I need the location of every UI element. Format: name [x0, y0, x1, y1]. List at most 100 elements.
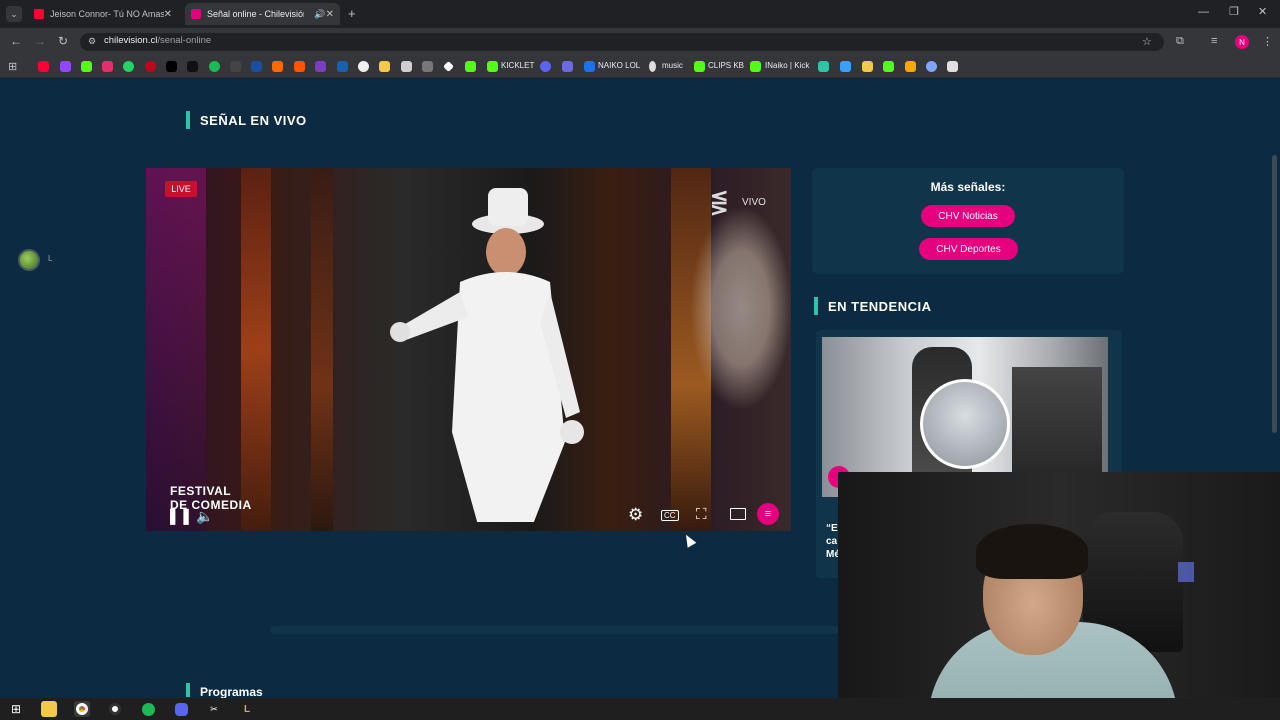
extensions-icon[interactable]: ⧉ — [1176, 35, 1184, 48]
close-icon[interactable]: ✕ — [164, 9, 172, 20]
stage-light — [146, 168, 206, 531]
floating-widget-icon[interactable] — [18, 249, 40, 271]
chv-deportes-button[interactable]: CHV Deportes — [919, 238, 1018, 260]
bookmark-kick-icon[interactable] — [81, 61, 92, 72]
clips-kb-icon[interactable] — [694, 61, 705, 72]
bookmark-spotify-icon[interactable] — [209, 61, 220, 72]
volume-button[interactable]: 🔈 — [196, 508, 213, 525]
capcut-icon[interactable]: ✂ — [206, 701, 222, 717]
spotify-taskbar-icon[interactable] — [140, 701, 156, 717]
fullscreen-button[interactable]: ⛶ — [696, 506, 707, 523]
league-of-legends-icon[interactable]: L — [239, 701, 255, 717]
bookmark-lime-icon[interactable] — [883, 61, 894, 72]
page-scrollbar-thumb[interactable] — [1272, 155, 1277, 433]
tab-chilevision[interactable]: Señal online - Chilevisión 🔊 ✕ — [185, 3, 340, 25]
bookmark-music[interactable]: music — [662, 61, 683, 70]
captions-button[interactable]: CC — [661, 510, 679, 521]
bookmark-x-icon[interactable] — [166, 61, 177, 72]
bookmark-link-icon[interactable] — [926, 61, 937, 72]
section-accent — [186, 111, 190, 129]
naiko-lol-icon[interactable] — [584, 61, 595, 72]
reload-button[interactable]: ↻ — [58, 34, 68, 48]
programs-title: Programas — [200, 685, 263, 699]
obs-icon[interactable] — [107, 701, 123, 717]
programs-accent — [186, 683, 190, 697]
carousel-track[interactable] — [270, 626, 840, 634]
site-info-icon[interactable]: ⚙ — [88, 36, 96, 47]
bookmark-r-icon[interactable] — [862, 61, 873, 72]
discord-taskbar-icon[interactable] — [173, 701, 189, 717]
kicklet-icon[interactable] — [487, 61, 498, 72]
bookmark-stats-icon[interactable] — [840, 61, 851, 72]
inaiko-kick-icon[interactable] — [750, 61, 761, 72]
bookmark-soundcloud-icon[interactable] — [294, 61, 305, 72]
bookmark-orange-icon[interactable] — [272, 61, 283, 72]
vivo-label: VIVO — [742, 197, 766, 208]
url-text[interactable]: chilevision.cl/senal-online — [104, 35, 211, 46]
bookmark-twitch-icon[interactable] — [60, 61, 71, 72]
trend-thumbnail-inset — [920, 379, 1010, 469]
bookmark-purple-icon[interactable] — [315, 61, 326, 72]
bookmark-github-icon[interactable] — [358, 61, 369, 72]
new-tab-button[interactable]: + — [348, 6, 356, 21]
windows-start-icon[interactable]: ⊞ — [8, 701, 24, 717]
player-controls — [146, 497, 791, 531]
captions-label: CC — [664, 511, 676, 520]
avatar[interactable]: N — [1235, 35, 1249, 49]
tab-search-button[interactable]: ⌄ — [6, 6, 22, 22]
media-control-icon[interactable]: ≡ — [1211, 35, 1217, 47]
restore-button[interactable]: ❐ — [1229, 5, 1239, 18]
bookmark-whatsapp-icon[interactable] — [123, 61, 134, 72]
bookmark-s-icon[interactable] — [230, 61, 241, 72]
bookmark-inaiko-kick[interactable]: INaiko | Kick — [765, 61, 809, 70]
bookmark-grey-icon[interactable] — [422, 61, 433, 72]
live-badge: LIVE — [165, 181, 197, 197]
picture-in-picture-button[interactable] — [730, 508, 746, 520]
forward-button[interactable]: → — [34, 34, 46, 48]
chv-brand-button[interactable]: ≡ — [757, 503, 779, 525]
back-button[interactable]: ← — [10, 34, 22, 48]
bookmark-search-icon[interactable] — [337, 61, 348, 72]
bookmark-teal-icon[interactable] — [818, 61, 829, 72]
bookmark-yellow-icon[interactable] — [379, 61, 390, 72]
music-icon[interactable] — [649, 61, 656, 72]
bookmark-tiktok-icon[interactable] — [187, 61, 198, 72]
window-close-button[interactable]: ✕ — [1258, 5, 1267, 18]
chrome-menu-icon[interactable]: ⋮ — [1262, 35, 1273, 48]
bookmark-green-icon[interactable] — [465, 61, 476, 72]
chrome-logo-icon — [76, 703, 88, 715]
bookmark-square-icon[interactable] — [947, 61, 958, 72]
tab-youtube[interactable]: Jeison Connor- Tú NO Amas (I ✕ — [28, 3, 178, 25]
bookmark-pinterest-icon[interactable] — [145, 61, 156, 72]
address-bar[interactable] — [80, 33, 1164, 51]
pause-button[interactable]: ❚❚ — [166, 506, 193, 526]
webcam-shelf-light — [1178, 562, 1194, 582]
tab-youtube-title: Jeison Connor- Tú NO Amas (I — [50, 9, 164, 19]
more-signals-title: Más señales: — [930, 180, 1006, 194]
bookmark-discord-icon[interactable] — [540, 61, 551, 72]
tab-chilevision-title: Señal online - Chilevisión — [207, 9, 305, 19]
chrome-icon[interactable] — [74, 701, 90, 717]
bookmark-star-icon[interactable]: ☆ — [1142, 35, 1152, 48]
file-explorer-icon[interactable] — [41, 701, 57, 717]
chv-noticias-button[interactable]: CHV Noticias — [921, 205, 1015, 227]
bookmark-instagram-icon[interactable] — [102, 61, 113, 72]
minimize-button[interactable]: — — [1198, 6, 1209, 18]
apps-grid-icon[interactable]: ⊞ — [8, 60, 17, 73]
bookmark-u-icon[interactable] — [905, 61, 916, 72]
discord-logo-icon — [174, 702, 188, 716]
stage-pillar — [311, 168, 333, 531]
speaker-icon[interactable]: 🔊 — [314, 9, 325, 20]
bookmark-kicklet[interactable]: KICKLET — [501, 61, 534, 70]
close-icon[interactable]: ✕ — [326, 9, 334, 20]
bookmark-shield-icon[interactable] — [562, 61, 573, 72]
bookmark-cat-icon[interactable] — [401, 61, 412, 72]
obs-logo-icon — [109, 703, 121, 715]
stage-pillar — [241, 168, 271, 531]
spotify-logo-icon — [141, 702, 155, 716]
bookmark-clips-kb[interactable]: CLIPS KB — [708, 61, 744, 70]
bookmark-naiko-lol[interactable]: NAIKO LOL — [598, 61, 640, 70]
settings-gear-icon[interactable]: ⚙ — [628, 505, 643, 525]
bookmark-youtube-icon[interactable] — [38, 61, 49, 72]
bookmark-blue-icon[interactable] — [251, 61, 262, 72]
